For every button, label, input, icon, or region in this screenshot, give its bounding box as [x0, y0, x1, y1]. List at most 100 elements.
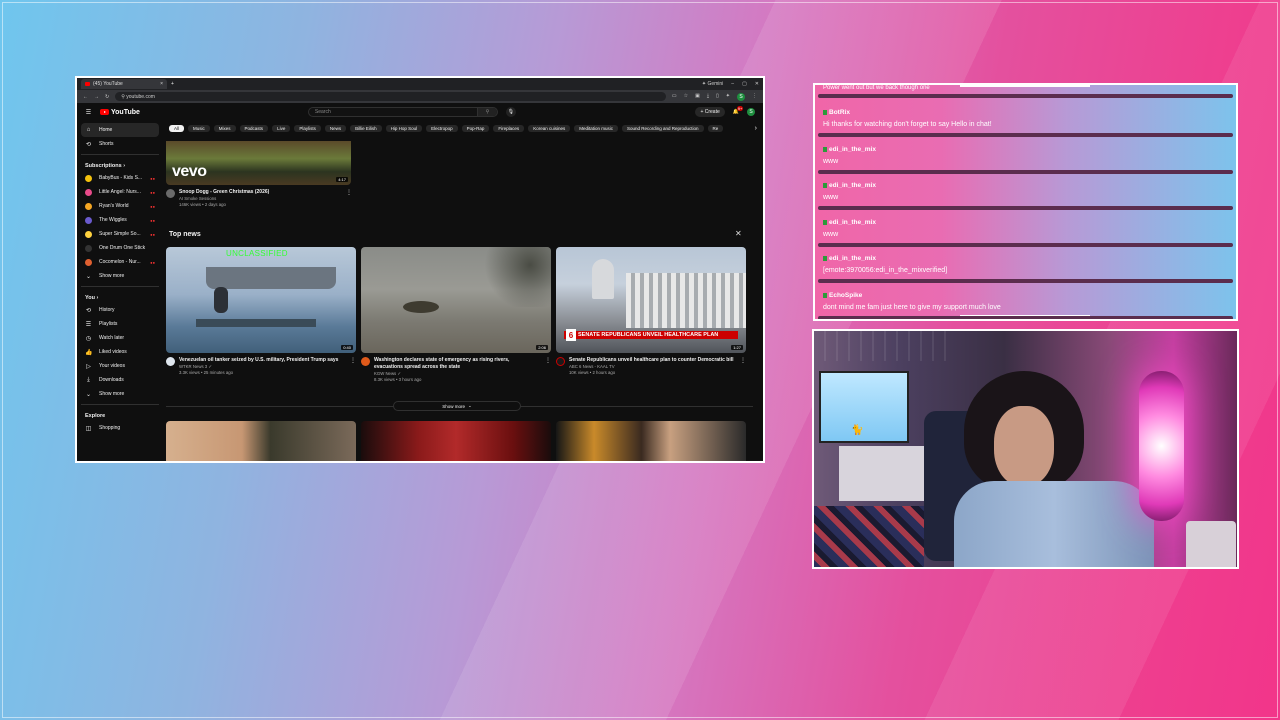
filter-chip[interactable]: Electropop [426, 124, 458, 132]
video-title[interactable]: Washington declares state of emergency a… [374, 357, 539, 371]
sidebar-item-shorts[interactable]: ⟲ Shorts [81, 137, 159, 151]
browser-tab[interactable]: (45) YouTube × [81, 79, 167, 89]
webcam-string-lights [814, 331, 954, 361]
video-thumbnail-row2-1[interactable] [166, 421, 356, 461]
more-options-icon[interactable]: ⋮ [740, 357, 746, 364]
video-thumbnail-snoop[interactable]: vevo 4:17 [166, 141, 351, 185]
reload-icon[interactable]: ↻ [105, 94, 109, 100]
minimize-button[interactable]: – [731, 81, 734, 87]
show-more-button[interactable]: Show more ⌄ [393, 401, 521, 411]
cast-icon[interactable]: ▭ [672, 93, 677, 101]
playlists-icon: ☰ [85, 321, 92, 328]
bookmark-star-icon[interactable]: ☆ [684, 93, 688, 101]
tab-close-icon[interactable]: × [160, 81, 163, 87]
browser-profile-avatar[interactable]: S [737, 92, 745, 101]
forward-icon[interactable]: → [94, 94, 99, 100]
youtube-profile-avatar[interactable]: S [747, 108, 755, 116]
lower-third-text: SENATE REPUBLICANS UNVEIL HEALTHCARE PLA… [578, 332, 719, 338]
channel-avatar[interactable] [556, 357, 565, 366]
chat-username: edi_in_the_mix [829, 218, 876, 226]
sidebar-item-your-videos[interactable]: ▷ Your videos [81, 359, 159, 373]
filter-chip[interactable]: Korean cuisines [528, 124, 571, 132]
filter-chip[interactable]: Pop-Rap [461, 124, 490, 132]
filter-chip[interactable]: Playlists [294, 124, 321, 132]
sidebar-item-subscription[interactable]: Little Angel: Nurs... ●● [81, 185, 159, 199]
more-options-icon[interactable]: ⋮ [350, 357, 356, 364]
chat-user-badge-icon [823, 183, 827, 188]
downloads-icon[interactable]: ⤓ [707, 93, 709, 101]
new-tab-button[interactable]: + [171, 81, 174, 87]
video-thumbnail-row2-2[interactable] [361, 421, 551, 461]
sidebar-item-shopping[interactable]: ◫ Shopping [81, 421, 159, 435]
filter-chip[interactable]: Hip Hop Soul [385, 124, 423, 132]
create-button[interactable]: + Create [695, 107, 725, 117]
more-options-icon[interactable]: ⋮ [346, 189, 352, 196]
chat-message: BotRix Hi thanks for watching don't forge… [818, 104, 1233, 137]
filter-chips-bar: All Music Mixes Podcasts Live Playlists News Bi… [163, 121, 763, 135]
news-thumbnail-flood[interactable]: 2:06 [361, 247, 551, 353]
sidepanel-icon[interactable]: ▯ [716, 93, 719, 101]
sidebar-item-liked-videos[interactable]: 👍 Liked videos [81, 345, 159, 359]
address-bar[interactable]: ⚲ youtube.com [115, 92, 666, 101]
chips-next-icon[interactable]: › [755, 125, 757, 132]
video-title[interactable]: Senate Republicans unveil healthcare pla… [569, 357, 734, 364]
hamburger-menu-icon[interactable]: ☰ [85, 109, 92, 116]
filter-chip[interactable]: Sound Recording and Reproduction [621, 124, 704, 132]
subscriptions-header[interactable]: Subscriptions › [81, 158, 159, 171]
channel-avatar[interactable] [166, 357, 175, 366]
sidebar-item-subscription[interactable]: BabyBus - Kids S... ●● [81, 171, 159, 185]
sidebar-item-watch-later[interactable]: ◷ Watch later [81, 331, 159, 345]
sidebar-item-playlists[interactable]: ☰ Playlists [81, 317, 159, 331]
filter-chip[interactable]: Re [707, 124, 724, 132]
sidebar-item-subscription[interactable]: Super Simple So... ●● [81, 227, 159, 241]
notifications-bell-icon[interactable]: 🔔 9+ [733, 106, 744, 115]
video-thumbnail-row2-3[interactable] [556, 421, 746, 461]
filter-chip[interactable]: Meditation music [574, 124, 618, 132]
maximize-button[interactable]: ▢ [742, 81, 747, 87]
sidebar-item-history[interactable]: ⟲ History [81, 303, 159, 317]
news-thumbnail-senate[interactable]: 6 SENATE REPUBLICANS UNVEIL HEALTHCARE P… [556, 247, 746, 353]
search-input[interactable]: Search ⚲ [307, 107, 498, 117]
filter-chip[interactable]: Mixes [213, 124, 236, 132]
close-window-button[interactable]: ✕ [755, 81, 759, 87]
sidebar-item-show-more[interactable]: ⌄ Show more [81, 387, 159, 401]
sidebar-item-home[interactable]: ⌂ Home [81, 123, 159, 137]
voice-search-mic-icon[interactable]: 🎙 [505, 107, 516, 117]
sidebar-item-subscription[interactable]: Cocomelon - Nur... ●● [81, 255, 159, 269]
chat-message-bar [818, 315, 1233, 319]
back-icon[interactable]: ← [83, 94, 88, 100]
chat-user-badge-icon [823, 256, 827, 261]
gemini-button[interactable]: ✦ Gemini [702, 81, 723, 87]
close-top-news-icon[interactable]: ✕ [735, 229, 742, 238]
youtube-logo[interactable]: YouTube [100, 109, 140, 116]
chat-user-badge-icon [823, 110, 827, 115]
search-button[interactable]: ⚲ [476, 108, 497, 116]
channel-avatar[interactable] [361, 357, 370, 366]
video-title[interactable]: Venezuelan oil tanker seized by U.S. mil… [179, 357, 344, 364]
video-duration: 0:40 [341, 345, 353, 350]
filter-chip[interactable]: Podcasts [239, 124, 269, 132]
sidebar-item-downloads[interactable]: ⤓ Downloads [81, 373, 159, 387]
news-thumbnail-tanker[interactable]: UNCLASSIFIED 0:40 [166, 247, 356, 353]
filter-chip[interactable]: Billie Eilish [350, 124, 382, 132]
sidebar-item-label: Shopping [99, 425, 121, 431]
filter-chip[interactable]: News [324, 124, 347, 132]
more-options-icon[interactable]: ⋮ [545, 357, 551, 364]
sidebar-item-subs-show-more[interactable]: ⌄ Show more [81, 269, 159, 283]
browser-menu-icon[interactable]: ⋮ [752, 93, 757, 101]
video-title[interactable]: Snoop Dogg - Green Christmas (2026) [179, 189, 269, 196]
extensions-puzzle-icon[interactable]: ✦ [726, 93, 730, 101]
filter-chip[interactable]: All [169, 124, 185, 132]
chat-message-text: Hi thanks for watching don't forget to s… [823, 121, 992, 128]
filter-chip[interactable]: Music [188, 124, 210, 132]
explore-header: Explore [85, 413, 106, 419]
filter-chip[interactable]: Live [272, 124, 291, 132]
channel-avatar[interactable] [166, 189, 175, 198]
filter-chip[interactable]: Fireplaces [493, 124, 525, 132]
channel-avatar [85, 202, 92, 210]
sidebar-item-subscription[interactable]: The Wiggles ●● [81, 213, 159, 227]
sidebar-item-subscription[interactable]: Ryan's World ●● [81, 199, 159, 213]
you-header[interactable]: You › [81, 290, 159, 303]
sidebar-item-subscription[interactable]: One Drum One Stick [81, 241, 159, 255]
extension-icon[interactable]: ▣ [695, 93, 700, 101]
